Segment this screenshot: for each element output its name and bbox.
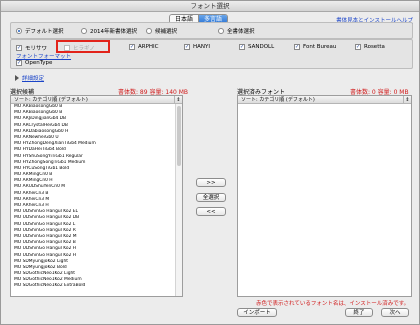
set-candidate[interactable]: 候補選択: [146, 27, 177, 35]
candidate-font-list[interactable]: ソート: カテゴリ順 (デフォルト) ⇕ MO ARBiaosongGb0 BM…: [10, 95, 183, 297]
checkbox-hanyi[interactable]: ✓: [184, 44, 190, 50]
add-button[interactable]: >>: [196, 178, 226, 187]
checkbox-arphic[interactable]: ✓: [129, 44, 135, 50]
format-opentype[interactable]: ✓ OpenType: [16, 60, 52, 66]
window-title: フォント選択: [1, 1, 419, 12]
vendor-arphic[interactable]: ✓ ARPHIC: [129, 44, 159, 50]
font-select-window: フォント選択 日本語 多言語 書体見本とインストールヘルプ デフォルト選択 20…: [0, 0, 420, 325]
vendor-font-bureau[interactable]: ✓ Font Bureau: [294, 44, 336, 50]
select-all-button[interactable]: 全選択: [196, 193, 226, 202]
checkbox-opentype[interactable]: ✓: [16, 60, 22, 66]
set-default[interactable]: デフォルト選択: [16, 27, 64, 35]
sort-dropdown-icon[interactable]: ⇕: [403, 96, 411, 104]
candidate-font-items: MO ARBiaosongGb0 B MO ARBiaosongGb0 B MO A…: [11, 104, 182, 290]
set-2014-new[interactable]: 2014年新書体選択: [81, 27, 137, 35]
radio-all[interactable]: [218, 28, 224, 34]
set-all[interactable]: 全書体選択: [218, 27, 255, 35]
close-button[interactable]: 終了: [345, 308, 373, 317]
vendor-hanyi[interactable]: ✓ HANYI: [184, 44, 210, 50]
left-scroll-thumb[interactable]: [177, 106, 181, 166]
remove-button[interactable]: <<: [196, 207, 226, 216]
checkbox-rosetta[interactable]: ✓: [355, 44, 361, 50]
installed-notice: 赤色で表示されているフォント名は、インストール済みです。: [256, 301, 410, 307]
selected-font-list[interactable]: ソート: カテゴリ順 (デフォルト) ⇕: [237, 95, 412, 297]
checkbox-morisawa[interactable]: ✓: [16, 45, 22, 51]
left-scrollbar[interactable]: [175, 104, 182, 296]
radio-candidate[interactable]: [146, 28, 152, 34]
checkbox-sandoll[interactable]: ✓: [239, 44, 245, 50]
vendor-morisawa[interactable]: ✓ モリサワ: [16, 44, 47, 52]
radio-2014-new[interactable]: [81, 28, 87, 34]
radio-default[interactable]: [16, 28, 22, 34]
left-sort-header[interactable]: ソート: カテゴリ順 (デフォルト) ⇕: [11, 96, 182, 104]
import-button[interactable]: インポート: [237, 308, 277, 317]
vendor-rosetta[interactable]: ✓ Rosetta: [355, 44, 385, 50]
font-set-group: [10, 22, 413, 39]
next-button[interactable]: 次へ: [381, 308, 409, 317]
right-sort-header[interactable]: ソート: カテゴリ順 (デフォルト) ⇕: [238, 96, 411, 104]
font-format-link[interactable]: フォントフォーマット: [16, 52, 71, 60]
vendor-sandoll[interactable]: ✓ SANDOLL: [239, 44, 274, 50]
font-list-item[interactable]: MO SDGothicNeo1Ko2 ExtraBold: [11, 283, 182, 289]
sort-dropdown-icon[interactable]: ⇕: [174, 96, 182, 104]
checkbox-font-bureau[interactable]: ✓: [294, 44, 300, 50]
disclosure-triangle-icon: [15, 75, 19, 81]
detail-settings-toggle[interactable]: 詳細設定: [15, 74, 44, 82]
